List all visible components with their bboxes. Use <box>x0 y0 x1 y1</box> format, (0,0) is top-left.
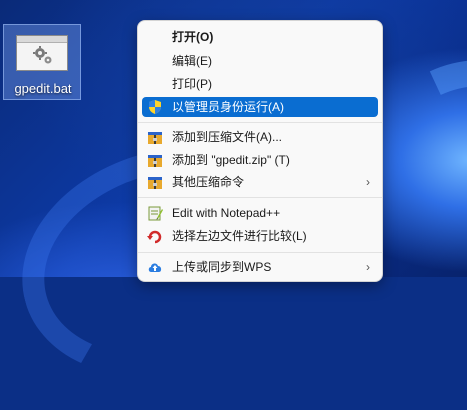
menu-item-print[interactable]: 打印(P) <box>142 74 378 94</box>
menu-item-compare-left[interactable]: 选择左边文件进行比较(L) <box>142 226 378 246</box>
batch-file-icon <box>16 35 68 71</box>
menu-item-add-to-archive[interactable]: 添加到压缩文件(A)... <box>142 127 378 147</box>
desktop-icon-label: gpedit.bat <box>14 81 72 96</box>
menu-item-edit-notepad-plus-plus[interactable]: Edit with Notepad++ <box>142 203 378 223</box>
menu-separator <box>138 252 382 253</box>
menu-item-open[interactable]: 打开(O) <box>142 27 378 47</box>
compare-icon <box>147 228 163 244</box>
desktop-file-gpedit-bat[interactable]: gpedit.bat <box>3 24 81 100</box>
archive-icon <box>147 129 163 145</box>
chevron-right-icon: › <box>366 260 370 274</box>
menu-separator <box>138 197 382 198</box>
uac-shield-icon <box>147 99 163 115</box>
menu-item-other-compress[interactable]: 其他压缩命令 › <box>142 172 378 192</box>
menu-item-upload-wps[interactable]: 上传或同步到WPS › <box>142 257 378 277</box>
notepad-plus-plus-icon <box>147 205 163 221</box>
chevron-right-icon: › <box>366 175 370 189</box>
context-menu: 打开(O) 编辑(E) 打印(P) 以管理员身份运行(A) 添加到压缩文件(A)… <box>137 20 383 282</box>
menu-item-edit[interactable]: 编辑(E) <box>142 51 378 71</box>
menu-item-add-to-zip[interactable]: 添加到 "gpedit.zip" (T) <box>142 150 378 170</box>
archive-icon <box>147 152 163 168</box>
menu-separator <box>138 122 382 123</box>
cloud-upload-icon <box>147 259 163 275</box>
archive-icon <box>147 174 163 190</box>
menu-item-run-as-admin[interactable]: 以管理员身份运行(A) <box>142 97 378 117</box>
